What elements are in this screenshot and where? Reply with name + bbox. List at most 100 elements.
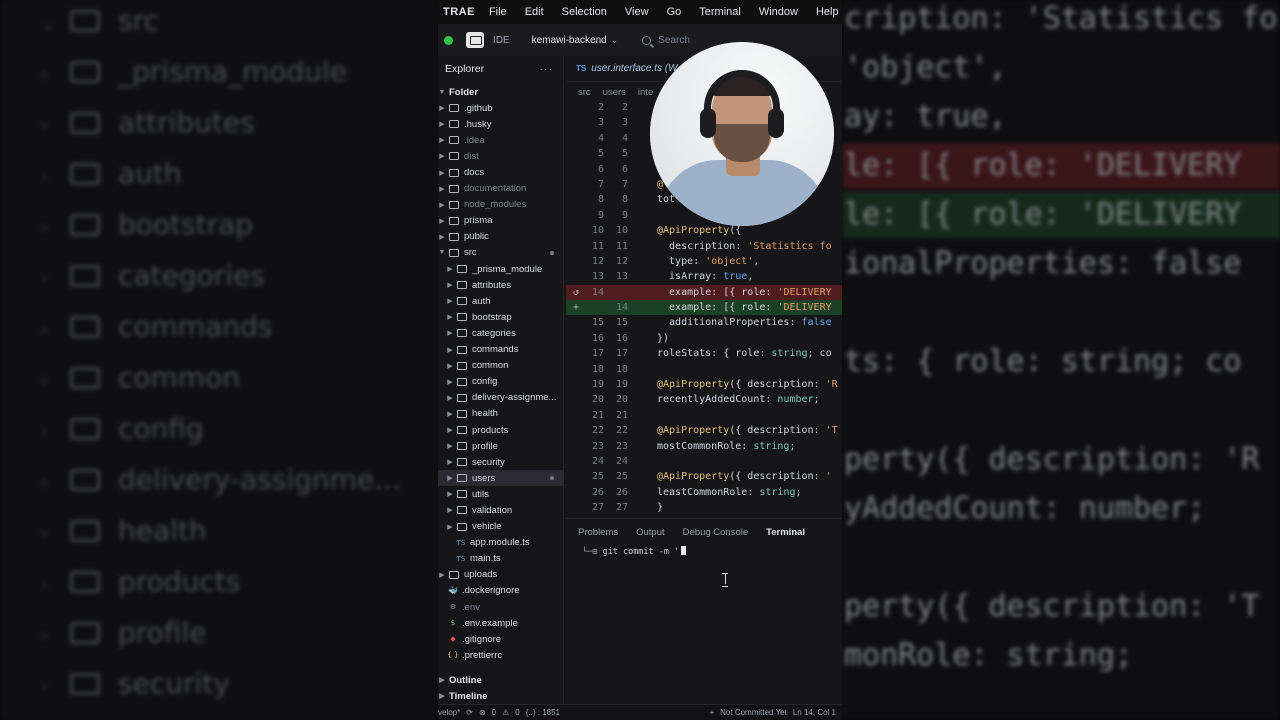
code-line[interactable]: 23 23 mostCommonRole: string; [566, 439, 842, 454]
tree-folder[interactable]: ▶ vehicle [438, 519, 564, 535]
background-folder-label: commands [118, 310, 273, 343]
code-line[interactable]: 16 16}) [566, 331, 842, 346]
tree-item-label: commands [472, 344, 519, 356]
tree-folder[interactable]: ▶ attributes [438, 277, 564, 293]
tree-folder[interactable]: ▶ delivery-assignme... [438, 390, 564, 406]
tree-folder[interactable]: ▶ documentation [438, 181, 564, 197]
tree-folder[interactable]: ▶ products [438, 422, 564, 438]
status-extra[interactable]: {..} : 1851 [526, 708, 560, 717]
menu-view[interactable]: View [625, 6, 649, 18]
tree-folder[interactable]: ▶ uploads [438, 567, 564, 583]
folder-icon [457, 377, 467, 386]
tab-terminal[interactable]: Terminal [766, 527, 805, 538]
tree-folder[interactable]: ▶ .github [438, 100, 564, 116]
sync-icon[interactable]: ⟳ [466, 708, 473, 717]
code-line[interactable]: 17 17 roleStats: { role: string; co [566, 346, 842, 361]
ide-mode-icon[interactable] [466, 32, 484, 48]
outline-section[interactable]: ▶ Outline [438, 672, 564, 688]
menu-file[interactable]: File [489, 6, 507, 18]
tree-folder[interactable]: ▼ src [438, 245, 564, 261]
code-line[interactable]: 15 15 additionalProperties: false [566, 315, 842, 330]
code-line[interactable]: 26 26 leastCommonRole: string; [566, 485, 842, 500]
code-line[interactable]: 24 24 [566, 454, 842, 469]
tree-file[interactable]: TS app.module.ts [438, 535, 564, 551]
tree-folder[interactable]: ▶ public [438, 229, 564, 245]
window-status-dot[interactable] [444, 35, 453, 45]
tree-folder[interactable]: ▶ config [438, 374, 564, 390]
ide-mode-label[interactable]: IDE [493, 35, 510, 46]
cursor-position[interactable]: Ln 14, Col 1 [793, 708, 836, 718]
code-line[interactable]: +14 example: [{ role: 'DELIVERY [566, 300, 842, 316]
revert-icon[interactable]: ↺ [573, 285, 579, 300]
tab-problems[interactable]: Problems [578, 527, 618, 538]
error-icon[interactable]: ⊗ [479, 708, 486, 717]
tree-folder[interactable]: ▶ _prisma_module [438, 261, 564, 277]
tree-folder[interactable]: ▶ docs [438, 164, 564, 180]
folder-icon [457, 426, 467, 435]
code-line[interactable]: 21 21 [566, 408, 842, 423]
code-line[interactable]: 13 13 isArray: true, [566, 269, 842, 284]
tree-file[interactable]: { } .prettierrc [438, 647, 564, 663]
git-blame[interactable]: Not Committed Yet [720, 708, 787, 718]
code-line[interactable]: 22 22 @ApiProperty({ description: 'T [566, 423, 842, 438]
background-code-line: perty({ description: 'T [844, 589, 1260, 624]
terminal-line[interactable]: └─⊞ git commit -m ' [582, 546, 687, 557]
tree-folder[interactable]: ▶ bootstrap [438, 309, 564, 325]
tree-folder[interactable]: ▶ health [438, 406, 564, 422]
tree-root-folder[interactable]: ▼ Folder [438, 84, 564, 100]
chevron-right-icon: ▶ [439, 693, 445, 700]
warning-icon[interactable]: ⚠ [502, 708, 509, 717]
tree-folder[interactable]: ▶ common [438, 358, 564, 374]
menu-selection[interactable]: Selection [562, 6, 607, 18]
breadcrumb-item[interactable]: src [578, 87, 591, 98]
code-line[interactable]: 20 20 recentlyAddedCount: number; [566, 392, 842, 407]
tree-file[interactable]: 🐳 .dockerignore [438, 583, 564, 599]
code-line[interactable]: 18 18 [566, 362, 842, 377]
code-line[interactable]: ↺ 14 example: [{ role: 'DELIVERY [566, 284, 842, 301]
code-line[interactable]: 27 27} [566, 500, 842, 515]
code-line[interactable]: 11 11 description: 'Statistics fo [566, 239, 842, 254]
add-icon[interactable]: + [573, 300, 579, 315]
tree-file[interactable]: TS main.ts [438, 551, 564, 567]
error-count[interactable]: 0 [492, 708, 496, 717]
more-icon[interactable]: ··· [540, 63, 554, 75]
menu-window[interactable]: Window [759, 6, 798, 18]
warning-count[interactable]: 0 [515, 708, 519, 717]
folder-icon [449, 248, 459, 257]
tree-folder[interactable]: ▶ profile [438, 438, 564, 454]
tree-folder[interactable]: ▶ validation [438, 502, 564, 518]
menu-terminal[interactable]: Terminal [699, 6, 741, 18]
breadcrumb-item[interactable]: users [603, 87, 626, 98]
menu-help[interactable]: Help [816, 6, 839, 18]
project-selector[interactable]: kemawi-backend ⌄ [532, 35, 619, 46]
tree-folder[interactable]: ▶ node_modules [438, 197, 564, 213]
code-line[interactable]: 12 12 type: 'object', [566, 254, 842, 269]
tree-folder[interactable]: ▶ .idea [438, 132, 564, 148]
code-line[interactable]: 25 25 @ApiProperty({ description: ' [566, 469, 842, 484]
tree-folder[interactable]: ▶ categories [438, 325, 564, 341]
git-icon: ◆ [450, 635, 456, 644]
menu-go[interactable]: Go [667, 6, 682, 18]
tree-folder[interactable]: ▶ prisma [438, 213, 564, 229]
background-code-line: le: [{ role: 'DELIVERY [842, 143, 1280, 189]
chevron-right-icon: ▶ [447, 427, 453, 435]
tab-debug-console[interactable]: Debug Console [683, 527, 749, 538]
tree-folder[interactable]: ▶ security [438, 454, 564, 470]
tree-file[interactable]: ◆ .gitignore [438, 631, 564, 647]
timeline-section[interactable]: ▶ Timeline [438, 688, 564, 704]
app-brand[interactable]: TRAE [443, 6, 475, 18]
tree-folder[interactable]: ▶ commands [438, 342, 564, 358]
tree-file[interactable]: $ .env.example [438, 615, 564, 631]
menu-edit[interactable]: Edit [525, 6, 544, 18]
tree-folder[interactable]: ▶ dist [438, 148, 564, 164]
tree-folder[interactable]: ▶ users [438, 470, 564, 487]
code-text: type: 'object', [657, 254, 759, 269]
folder-icon [457, 442, 467, 451]
tab-output[interactable]: Output [636, 527, 665, 538]
code-line[interactable]: 19 19 @ApiProperty({ description: 'R [566, 377, 842, 392]
tree-file[interactable]: ⚙ .env [438, 599, 564, 615]
tree-folder[interactable]: ▶ .husky [438, 116, 564, 132]
tree-folder[interactable]: ▶ auth [438, 293, 564, 309]
tree-folder[interactable]: ▶ utils [438, 486, 564, 502]
git-branch[interactable]: velop* [438, 708, 460, 717]
